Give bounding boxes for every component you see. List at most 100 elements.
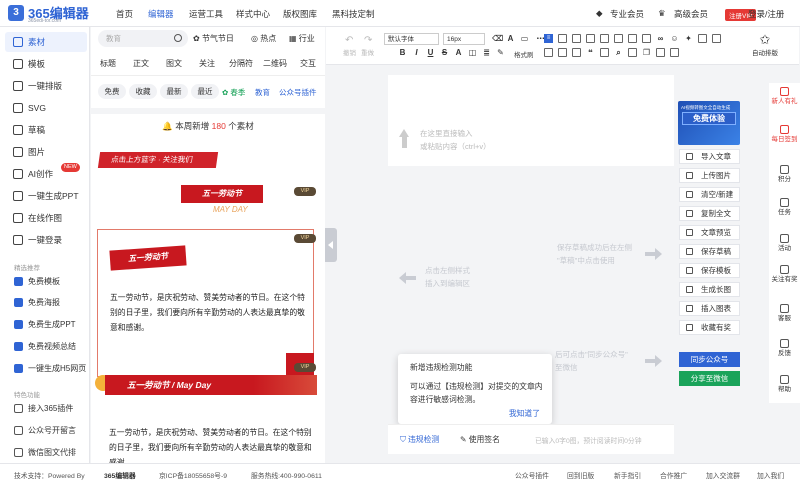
quote-icon[interactable]: ❝ (586, 48, 595, 57)
feature-layout-service[interactable]: 微信图文代排 (5, 444, 89, 462)
footer-link-plugin[interactable]: 公众号插件 (515, 470, 549, 480)
template-may-day-3[interactable]: 五一劳动节 / May Day (105, 375, 317, 395)
redo-button[interactable]: 重做 (361, 47, 374, 57)
right-item-newcomer[interactable]: 新人有礼 (769, 87, 800, 106)
long-image-button[interactable]: 生成长图 (679, 282, 740, 297)
preview-button[interactable]: 文章预览 (679, 225, 740, 240)
search-input[interactable]: 教育 (98, 30, 188, 47)
highlight-icon[interactable]: ▭ (520, 34, 529, 43)
filter-free[interactable]: 免费 (98, 84, 126, 99)
ordered-list-icon[interactable] (642, 34, 651, 43)
tab-title[interactable]: 标题 (100, 58, 116, 69)
popup-ok-button[interactable]: 我知道了 (509, 408, 540, 419)
sidebar-item-svg[interactable]: SVG (5, 98, 87, 118)
import-article-button[interactable]: 导入文章 (679, 149, 740, 164)
logo[interactable]: 3 365编辑器 365edi-tor.com (8, 3, 90, 25)
sidebar-item-auto-layout[interactable]: 一键排版 (5, 76, 87, 96)
divider-icon[interactable] (600, 48, 609, 57)
sidebar-item-images[interactable]: 图片 (5, 142, 87, 162)
recommend-free-posters[interactable]: 免费海报 (5, 294, 89, 312)
video-insert-icon[interactable] (558, 48, 567, 57)
nav-home[interactable]: 首页 (116, 8, 133, 20)
sidebar-item-drafts[interactable]: 草稿 (5, 120, 87, 140)
right-item-help[interactable]: 帮助 (769, 375, 800, 394)
upload-image-button[interactable]: 上传图片 (679, 168, 740, 183)
line-height-icon[interactable]: ≣ (482, 48, 491, 57)
italic-icon[interactable]: I (412, 48, 421, 57)
layout-icon[interactable] (670, 48, 679, 57)
sidebar-item-ppt[interactable]: 一键生成PPT (5, 186, 87, 206)
indent-icon[interactable] (600, 34, 609, 43)
tag-wechat-plugin[interactable]: 公众号插件 (279, 87, 317, 98)
filter-newest[interactable]: 最新 (160, 84, 188, 99)
footer-icp[interactable]: 京ICP备18055658号-9 (159, 470, 227, 480)
template-may-day-2[interactable]: VIP 五一劳动节 五一劳动节，是庆祝劳动、赞美劳动者的节日。在这个特别的日子里… (97, 229, 316, 377)
save-draft-button[interactable]: 保存草稿 (679, 244, 740, 259)
image-insert-icon[interactable] (544, 48, 553, 57)
tab-qrcode[interactable]: 二维码 (263, 58, 287, 69)
tab-follow[interactable]: 关注 (199, 58, 215, 69)
tag-education[interactable]: 教育 (255, 87, 270, 98)
share-wechat-button[interactable]: 分享至微信 (679, 371, 740, 386)
feature-plugin[interactable]: 接入365插件 (5, 400, 89, 418)
text-color-icon[interactable]: A (506, 34, 515, 43)
quick-solar-terms[interactable]: ✿ 节气节日 (193, 33, 234, 44)
table-icon[interactable] (698, 34, 707, 43)
tag-spring[interactable]: ✿ 春季 (222, 87, 245, 98)
nav-style-center[interactable]: 样式中心 (236, 8, 270, 20)
outdent-icon[interactable] (614, 34, 623, 43)
align-center-icon[interactable] (558, 34, 567, 43)
footer-link-guide[interactable]: 新手指引 (614, 470, 641, 480)
tab-image-text[interactable]: 图文 (166, 58, 182, 69)
font-family-select[interactable]: 默认字体 (384, 33, 439, 45)
right-item-checkin[interactable]: 每日签到 (769, 125, 800, 144)
tab-interactive[interactable]: 交互 (300, 58, 316, 69)
right-item-tasks[interactable]: 任务 (769, 198, 800, 217)
clear-new-button[interactable]: 清空/新建 (679, 187, 740, 202)
footer-link-partner[interactable]: 合作推广 (660, 470, 687, 480)
favorite-reward-button[interactable]: 收藏有奖 (679, 320, 740, 335)
footer-link-join[interactable]: 加入我们 (757, 470, 784, 480)
nav-ops-tools[interactable]: 运营工具 (189, 8, 223, 20)
right-item-points[interactable]: 积分 (769, 165, 800, 184)
font-size-select[interactable]: 16px (443, 33, 485, 45)
undo-icon[interactable]: ↶ (345, 35, 353, 46)
right-item-activity[interactable]: 活动 (769, 234, 800, 253)
font-color-icon[interactable]: A (454, 48, 463, 57)
footer-link-old-version[interactable]: 回到旧版 (567, 470, 594, 480)
align-right-icon[interactable] (572, 34, 581, 43)
footer-link-group[interactable]: 加入交流群 (706, 470, 740, 480)
format-painter-button[interactable]: 格式刷 (514, 49, 534, 59)
emoji-icon[interactable]: ☺ (670, 34, 679, 43)
collapse-panel-handle[interactable] (325, 228, 337, 262)
nav-copyright-gallery[interactable]: 版权图库 (283, 8, 317, 20)
sidebar-item-one-click-login[interactable]: 一键登录 (5, 230, 87, 250)
link-icon[interactable]: ∞ (656, 34, 665, 43)
underline-icon[interactable]: U (426, 48, 435, 57)
recommend-video-summary[interactable]: 免费视频总结 (5, 338, 89, 356)
save-template-button[interactable]: 保存模板 (679, 263, 740, 278)
filter-recent[interactable]: 最近 (191, 84, 219, 99)
feature-comments[interactable]: 公众号开留言 (5, 422, 89, 440)
sidebar-item-ai-create[interactable]: AI创作 NEW (5, 163, 87, 184)
recommend-free-ppt[interactable]: 免费生成PPT (5, 316, 89, 334)
sync-wechat-button[interactable]: 同步公众号 (679, 352, 740, 367)
template-follow-banner[interactable]: 点击上方蓝字 · 关注我们 (97, 152, 219, 168)
copy-all-button[interactable]: 复制全文 (679, 206, 740, 221)
bold-icon[interactable]: B (398, 48, 407, 57)
right-item-feedback[interactable]: 反馈 (769, 339, 800, 358)
sidebar-item-templates[interactable]: 模板 (5, 54, 87, 74)
auto-layout-button[interactable]: ✩ 自动排版 (743, 33, 787, 63)
sidebar-item-materials[interactable]: 素材 (5, 32, 87, 52)
promo-banner[interactable]: AI视频转图文全自动生成 免费体验 (678, 101, 740, 145)
adv-member-link[interactable]: 高级会员 (674, 8, 708, 20)
bg-color-icon[interactable]: ◫ (468, 48, 477, 57)
undo-button[interactable]: 撤销 (343, 47, 356, 57)
align-left-icon[interactable]: ≡ (544, 34, 553, 43)
sparkle-icon[interactable]: ✦ (684, 34, 693, 43)
login-link[interactable]: 登录/注册 (748, 8, 784, 20)
tab-separator[interactable]: 分隔符 (229, 58, 253, 69)
sidebar-item-online-draw[interactable]: 在线作图 (5, 208, 87, 228)
insert-chart-button[interactable]: 插入图表 (679, 301, 740, 316)
recommend-free-templates[interactable]: 免费模板 (5, 273, 89, 291)
